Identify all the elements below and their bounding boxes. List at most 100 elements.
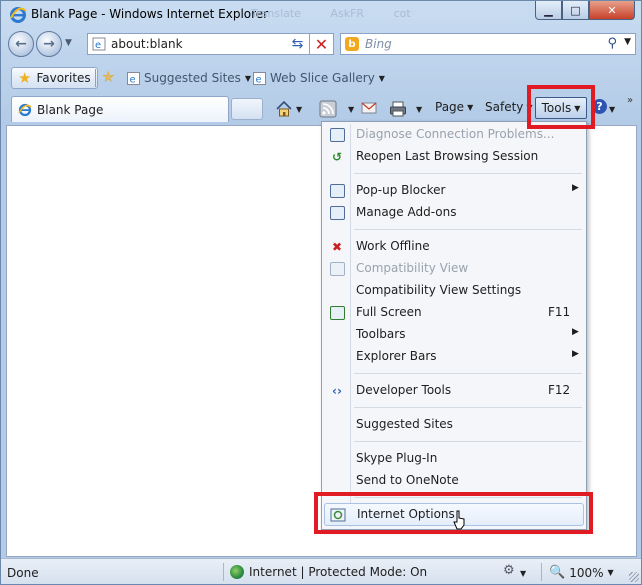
tools-menu-button[interactable]: Tools ▼ bbox=[535, 97, 587, 119]
menu-item-toolbars[interactable]: Toolbars ▶ bbox=[324, 324, 584, 345]
menu-item-compatibility-view[interactable]: Compatibility View bbox=[324, 258, 584, 279]
toolbar-overflow-icon[interactable]: » bbox=[627, 95, 633, 106]
compatibility-icon bbox=[328, 260, 346, 277]
page-menu-button[interactable]: Page ▼ bbox=[435, 100, 473, 114]
work-offline-icon: ✖ bbox=[331, 239, 343, 254]
favorites-separator bbox=[95, 69, 96, 87]
home-button[interactable]: ▼ bbox=[275, 100, 302, 118]
maximize-icon: □ bbox=[570, 3, 581, 17]
menu-item-label: Send to OneNote bbox=[356, 473, 459, 487]
window-controls: ▁ □ ✕ bbox=[535, 1, 635, 20]
menu-separator bbox=[354, 497, 582, 498]
mouse-cursor-icon bbox=[453, 510, 465, 530]
search-dropdown-icon[interactable]: ▼ bbox=[624, 37, 631, 47]
status-separator bbox=[541, 563, 542, 581]
svg-text:e: e bbox=[130, 74, 136, 85]
menu-item-label: Work Offline bbox=[356, 239, 430, 253]
web-slice-gallery-label: Web Slice Gallery bbox=[270, 71, 375, 85]
search-placeholder: Bing bbox=[365, 37, 392, 51]
address-bar[interactable]: e about:blank ▼ bbox=[87, 33, 311, 55]
diagnose-icon bbox=[328, 126, 346, 143]
search-box[interactable]: b Bing ⚲ ▼ bbox=[340, 33, 636, 55]
ghost-tab: AskFR bbox=[330, 7, 365, 20]
menu-separator bbox=[354, 173, 582, 174]
chevron-down-icon: ▼ bbox=[348, 104, 355, 114]
menu-item-label: Full Screen bbox=[356, 305, 422, 319]
menu-item-developer-tools[interactable]: ‹› Developer Tools F12 bbox=[324, 380, 584, 401]
home-icon bbox=[276, 100, 292, 117]
minimize-button[interactable]: ▁ bbox=[535, 1, 562, 20]
svg-text:e: e bbox=[256, 74, 262, 85]
forward-button[interactable]: → bbox=[36, 31, 62, 57]
status-separator bbox=[223, 563, 224, 581]
security-zone-label: Internet | Protected Mode: On bbox=[249, 565, 428, 579]
menu-item-skype-plugin[interactable]: Skype Plug-In bbox=[324, 448, 584, 469]
close-button[interactable]: ✕ bbox=[589, 1, 635, 20]
print-button[interactable]: ▼ bbox=[389, 100, 422, 118]
tools-menu: Diagnose Connection Problems... ↺ Reopen… bbox=[321, 121, 587, 530]
history-dropdown-icon[interactable]: ▼ bbox=[65, 38, 72, 48]
page-icon: e bbox=[92, 37, 106, 51]
back-arrow-icon: ← bbox=[15, 36, 27, 52]
back-button[interactable]: ← bbox=[8, 31, 34, 57]
safety-menu-label: Safety bbox=[485, 100, 524, 114]
ghost-tab: Translate bbox=[251, 7, 301, 20]
reopen-icon: ↺ bbox=[331, 149, 343, 164]
stop-button[interactable]: ✕ bbox=[310, 33, 334, 55]
menu-item-label: Compatibility View bbox=[356, 261, 469, 275]
menu-item-diagnose-connection[interactable]: Diagnose Connection Problems... bbox=[324, 124, 584, 145]
menu-item-label: Skype Plug-In bbox=[356, 451, 438, 465]
menu-item-compatibility-settings[interactable]: Compatibility View Settings bbox=[324, 280, 584, 301]
globe-icon bbox=[230, 565, 244, 579]
favorites-bar: ★ Favorites ✯ e Suggested Sites ▼ e Web … bbox=[1, 63, 641, 93]
favorites-button[interactable]: ★ Favorites bbox=[11, 67, 98, 89]
menu-item-send-to-onenote[interactable]: Send to OneNote bbox=[324, 470, 584, 491]
security-zone[interactable]: Internet | Protected Mode: On bbox=[230, 565, 427, 579]
menu-item-shortcut: F12 bbox=[548, 383, 571, 397]
menu-separator bbox=[354, 441, 582, 442]
menu-item-suggested-sites[interactable]: Suggested Sites bbox=[324, 414, 584, 435]
help-dropdown-icon[interactable]: ▼ bbox=[609, 105, 615, 114]
menu-item-popup-blocker[interactable]: Pop-up Blocker ▶ bbox=[324, 180, 584, 201]
ie-window: Blank Page - Windows Internet Explorer T… bbox=[0, 0, 642, 585]
suggested-sites-link[interactable]: e Suggested Sites ▼ bbox=[127, 71, 251, 85]
add-to-favorites-bar-icon[interactable]: ✯ bbox=[102, 68, 115, 86]
chevron-down-icon: ▼ bbox=[574, 103, 581, 113]
new-tab-button[interactable] bbox=[231, 98, 263, 120]
menu-item-work-offline[interactable]: ✖ Work Offline bbox=[324, 236, 584, 257]
search-icon[interactable]: ⚲ bbox=[607, 36, 617, 51]
menu-item-label: Diagnose Connection Problems... bbox=[356, 127, 555, 141]
menu-item-label: Suggested Sites bbox=[356, 417, 453, 431]
menu-item-label: Reopen Last Browsing Session bbox=[356, 149, 539, 163]
menu-item-reopen-session[interactable]: ↺ Reopen Last Browsing Session bbox=[324, 146, 584, 167]
stop-icon: ✕ bbox=[314, 34, 329, 54]
help-button[interactable]: ? bbox=[592, 99, 607, 114]
background-tabs: Translate AskFR cot bbox=[251, 7, 437, 20]
favorites-star-icon: ★ bbox=[18, 68, 32, 87]
maximize-button[interactable]: □ bbox=[562, 1, 589, 20]
menu-item-manage-addons[interactable]: Manage Add-ons bbox=[324, 202, 584, 223]
suggested-sites-icon: e bbox=[127, 71, 140, 85]
fullscreen-icon bbox=[328, 304, 346, 321]
zoom-level: 100% bbox=[569, 565, 604, 580]
status-text: Done bbox=[7, 566, 39, 580]
safety-menu-button[interactable]: Safety ▼ bbox=[485, 100, 533, 114]
status-gear-icon[interactable]: ⚙ bbox=[503, 563, 515, 578]
resize-grip[interactable] bbox=[629, 572, 639, 582]
chevron-down-icon: ▼ bbox=[526, 102, 533, 112]
read-mail-button[interactable] bbox=[361, 100, 377, 116]
web-slice-gallery-link[interactable]: e Web Slice Gallery ▼ bbox=[253, 71, 385, 85]
menu-item-full-screen[interactable]: Full Screen F11 bbox=[324, 302, 584, 323]
menu-item-label: Developer Tools bbox=[356, 383, 452, 397]
chevron-down-icon[interactable]: ▼ bbox=[520, 569, 526, 578]
feeds-button[interactable]: ▼ bbox=[319, 100, 354, 118]
menu-item-explorer-bars[interactable]: Explorer Bars ▶ bbox=[324, 346, 584, 367]
window-title: Blank Page - Windows Internet Explorer bbox=[31, 7, 269, 21]
zoom-control[interactable]: 🔍 100% ▼ bbox=[549, 565, 614, 580]
tab-blank-page[interactable]: Blank Page bbox=[11, 96, 229, 122]
status-bar: Done Internet | Protected Mode: On ⚙ ▼ 🔍… bbox=[1, 558, 641, 584]
addons-icon bbox=[328, 204, 346, 221]
compatibility-refresh-button[interactable]: ⇆ bbox=[286, 33, 310, 55]
web-slice-gallery-icon: e bbox=[253, 71, 266, 85]
menu-item-label: Compatibility View Settings bbox=[356, 283, 522, 297]
